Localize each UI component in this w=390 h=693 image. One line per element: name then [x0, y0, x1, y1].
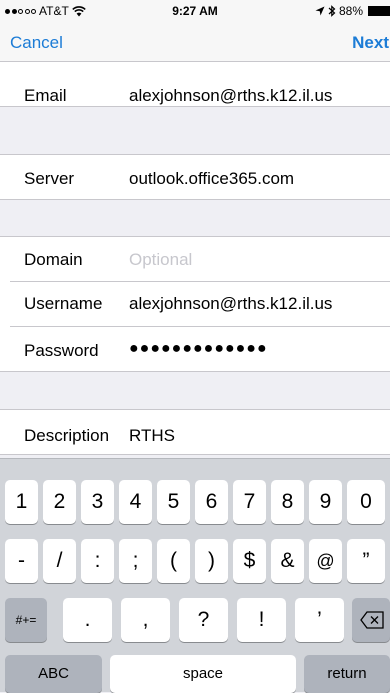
- key-6[interactable]: 6: [195, 480, 228, 524]
- key-abc[interactable]: ABC: [5, 655, 102, 693]
- status-bar: AT&T 9:27 AM 88%: [0, 0, 390, 22]
- username-label: Username: [24, 294, 103, 313]
- password-label: Password: [24, 341, 99, 360]
- key-symbols[interactable]: #+=: [5, 598, 47, 642]
- divider: [0, 454, 390, 455]
- space-key[interactable]: space: [110, 655, 296, 693]
- return-key[interactable]: return: [304, 655, 390, 693]
- battery-percent: 88%: [338, 4, 363, 18]
- status-right: 88%: [315, 4, 390, 18]
- backspace-icon: [360, 611, 384, 629]
- key-7[interactable]: 7: [233, 480, 266, 524]
- divider: [0, 106, 390, 107]
- server-field[interactable]: outlook.office365.com: [129, 169, 294, 189]
- battery-icon: [368, 6, 390, 16]
- email-label: Email: [24, 86, 67, 105]
- password-row[interactable]: Password ●●●●●●●●●●●●●: [0, 327, 390, 371]
- key-2[interactable]: 2: [43, 480, 76, 524]
- key-ampersand[interactable]: &: [271, 539, 304, 583]
- key-dollar[interactable]: $: [233, 539, 266, 583]
- key-3[interactable]: 3: [81, 480, 114, 524]
- next-button[interactable]: Next: [352, 33, 389, 53]
- divider: [0, 199, 390, 200]
- key-period[interactable]: .: [63, 598, 112, 642]
- key-hyphen[interactable]: -: [5, 539, 38, 583]
- key-comma[interactable]: ,: [121, 598, 170, 642]
- domain-label: Domain: [24, 250, 83, 269]
- key-quote[interactable]: ”: [347, 539, 385, 583]
- server-row[interactable]: Server outlook.office365.com: [0, 155, 390, 199]
- key-semicolon[interactable]: ;: [119, 539, 152, 583]
- key-0[interactable]: 0: [347, 480, 385, 524]
- backspace-key[interactable]: [352, 598, 390, 642]
- key-4[interactable]: 4: [119, 480, 152, 524]
- domain-field[interactable]: Optional: [129, 250, 192, 270]
- email-field[interactable]: alexjohnson@rths.k12.il.us: [129, 86, 332, 106]
- key-left-paren[interactable]: (: [157, 539, 190, 583]
- description-row[interactable]: Description RTHS: [0, 410, 390, 454]
- numeric-keyboard: 1 2 3 4 5 6 7 8 9 0 - / : ; ( ) $ & @ ” …: [0, 458, 390, 693]
- email-row[interactable]: Email alexjohnson@rths.k12.il.us: [0, 62, 390, 106]
- key-at[interactable]: @: [309, 539, 342, 583]
- username-row[interactable]: Username alexjohnson@rths.k12.il.us: [0, 282, 390, 326]
- key-slash[interactable]: /: [43, 539, 76, 583]
- username-field[interactable]: alexjohnson@rths.k12.il.us: [129, 294, 332, 314]
- domain-row[interactable]: Domain Optional: [0, 237, 390, 281]
- account-section: Domain Optional Username alexjohnson@rth…: [0, 237, 390, 371]
- key-apostrophe[interactable]: ’: [295, 598, 344, 642]
- key-9[interactable]: 9: [309, 480, 342, 524]
- location-icon: [315, 6, 325, 16]
- description-label: Description: [24, 426, 110, 445]
- divider: [0, 371, 390, 372]
- cancel-button[interactable]: Cancel: [10, 33, 63, 53]
- key-exclamation[interactable]: !: [237, 598, 286, 642]
- nav-bar: Cancel Next: [0, 22, 390, 62]
- description-field[interactable]: RTHS: [129, 426, 175, 446]
- key-question[interactable]: ?: [179, 598, 228, 642]
- key-8[interactable]: 8: [271, 480, 304, 524]
- bluetooth-icon: [328, 5, 336, 17]
- password-field[interactable]: ●●●●●●●●●●●●●: [129, 340, 268, 358]
- key-right-paren[interactable]: ): [195, 539, 228, 583]
- key-5[interactable]: 5: [157, 480, 190, 524]
- key-colon[interactable]: :: [81, 539, 114, 583]
- key-1[interactable]: 1: [5, 480, 38, 524]
- server-label: Server: [24, 169, 75, 188]
